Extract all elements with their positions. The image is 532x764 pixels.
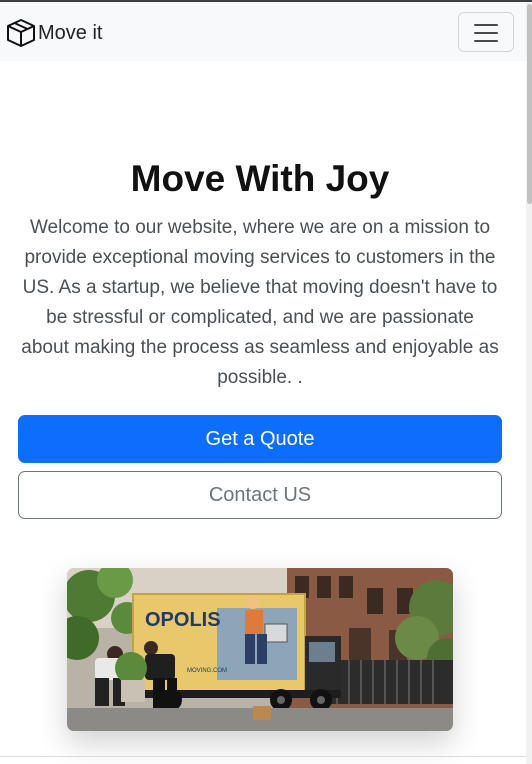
scrollbar-thumb[interactable] — [527, 4, 532, 204]
hero-description: Welcome to our website, where we are on … — [21, 217, 499, 388]
truck-logo-text: OPOLIS — [145, 609, 221, 631]
moving-truck-photo: OPOLIS MOVING.COM — [67, 568, 453, 731]
brand-link[interactable]: Move it — [5, 16, 102, 50]
truck-url-text: MOVING.COM — [187, 668, 227, 674]
hero-title: Move With Joy — [130, 158, 390, 199]
hero-image: OPOLIS MOVING.COM — [67, 568, 453, 731]
brand-name: Move it — [38, 21, 103, 44]
box-icon — [7, 19, 35, 47]
navbar: Move it — [0, 2, 526, 61]
section-divider — [0, 756, 526, 757]
contact-us-button[interactable]: Contact US — [18, 471, 502, 519]
navbar-toggler-button[interactable] — [458, 12, 514, 52]
get-quote-button[interactable]: Get a Quote — [18, 415, 502, 463]
